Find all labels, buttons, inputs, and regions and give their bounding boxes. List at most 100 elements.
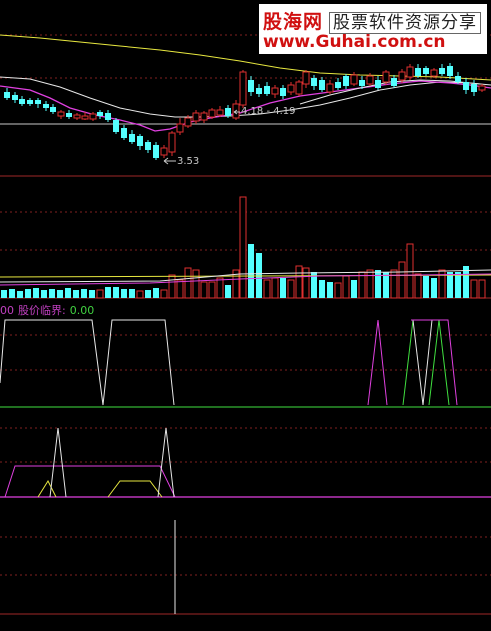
volume-bar bbox=[280, 278, 286, 298]
volume-bar bbox=[160, 289, 168, 299]
volume-bar bbox=[33, 288, 39, 298]
volume-bar bbox=[129, 289, 135, 298]
candlestick bbox=[176, 118, 184, 135]
candlestick bbox=[478, 84, 486, 92]
candlestick bbox=[439, 64, 445, 76]
candlestick bbox=[97, 110, 103, 119]
signal-white-line bbox=[0, 319, 175, 406]
candlestick bbox=[216, 106, 224, 117]
candlestick bbox=[27, 98, 33, 106]
candlestick bbox=[463, 78, 469, 94]
volume-bar bbox=[225, 285, 231, 298]
candlestick bbox=[406, 64, 414, 80]
indicator-signal-lines bbox=[0, 319, 458, 406]
candlestick bbox=[271, 85, 279, 98]
candlestick bbox=[295, 80, 303, 96]
volume-bar bbox=[121, 289, 127, 298]
candlestick bbox=[423, 66, 429, 76]
indicator-label: 00 股价临界: 0.00 bbox=[0, 302, 94, 318]
watermark-url: www.Guhai.com.cn bbox=[263, 32, 446, 52]
indicator-name: 股价临界: bbox=[18, 304, 66, 317]
watermark-site-name: 股海网 bbox=[263, 11, 324, 33]
volume-bar bbox=[455, 272, 461, 298]
candlestick bbox=[343, 74, 349, 89]
candlestick bbox=[232, 100, 240, 120]
candlestick bbox=[4, 88, 10, 100]
candlestick bbox=[430, 68, 438, 78]
signal-green-peak-2 bbox=[428, 319, 450, 406]
signal-white-peak bbox=[412, 319, 440, 406]
candlestick bbox=[335, 78, 341, 90]
candlestick bbox=[129, 130, 135, 144]
candlestick bbox=[43, 101, 49, 111]
range-price-annotation: 4.18 - 4.19 bbox=[241, 106, 296, 117]
candlestick bbox=[248, 76, 254, 96]
volume-bar bbox=[73, 290, 79, 298]
candlestick bbox=[311, 75, 317, 90]
watermark-banner: 股海网 股票软件资源分享 www.Guhai.com.cn bbox=[259, 4, 487, 54]
candlestick bbox=[12, 92, 18, 103]
candlestick bbox=[57, 110, 65, 119]
volume-bar bbox=[200, 281, 208, 299]
volume-bar bbox=[295, 265, 303, 299]
candlestick bbox=[326, 80, 334, 94]
volume-bar bbox=[57, 290, 63, 298]
volume-bar bbox=[81, 289, 87, 298]
volume-bar bbox=[9, 289, 15, 298]
candlestick bbox=[192, 110, 200, 124]
volume-bar bbox=[17, 291, 23, 298]
candlestick bbox=[121, 125, 127, 140]
candlestick bbox=[415, 64, 421, 78]
volume-bar bbox=[25, 289, 31, 298]
volume-bar bbox=[145, 290, 151, 298]
volume-bar bbox=[390, 269, 398, 299]
candlestick bbox=[256, 84, 262, 97]
volume-bar bbox=[239, 196, 247, 299]
candlestick bbox=[287, 82, 295, 95]
candlestick bbox=[113, 118, 119, 134]
volume-bar bbox=[89, 290, 95, 298]
candlestick bbox=[319, 77, 325, 92]
volume-bar bbox=[216, 277, 224, 299]
candlestick bbox=[302, 70, 310, 88]
candlestick bbox=[280, 85, 286, 99]
volume-bar bbox=[105, 287, 111, 298]
candlestick bbox=[200, 111, 208, 123]
volume-bar bbox=[351, 280, 357, 298]
low-price-annotation: 3.53 bbox=[177, 156, 200, 167]
volume-bar bbox=[136, 290, 144, 299]
candlestick bbox=[105, 110, 111, 122]
volume-bar bbox=[263, 279, 271, 299]
trend-yellow-line bbox=[37, 479, 163, 498]
volume-bar bbox=[248, 244, 254, 298]
volume-bar bbox=[65, 288, 71, 298]
volume-bar bbox=[470, 279, 478, 299]
watermark-subtitle: 股票软件资源分享 bbox=[329, 12, 482, 34]
indicator-value: 0.00 bbox=[69, 304, 95, 317]
volume-bar bbox=[96, 289, 104, 299]
candlestick bbox=[168, 131, 176, 156]
volume-bar bbox=[192, 269, 200, 299]
candlestick bbox=[35, 98, 41, 108]
volume-bar bbox=[414, 273, 422, 299]
volume-bar bbox=[447, 272, 453, 298]
candlestick bbox=[73, 113, 81, 120]
volume-bars bbox=[1, 196, 486, 299]
candlestick bbox=[153, 142, 159, 160]
candlestick bbox=[471, 80, 477, 96]
volume-bar bbox=[41, 290, 47, 298]
volume-bar bbox=[153, 288, 159, 298]
candlestick bbox=[447, 63, 453, 79]
candlestick bbox=[208, 108, 216, 119]
volume-bar bbox=[184, 267, 192, 299]
volume-bar bbox=[327, 282, 333, 298]
volume-bar bbox=[113, 287, 119, 298]
volume-bar bbox=[319, 280, 325, 298]
volume-bar bbox=[406, 243, 414, 299]
candlestick bbox=[50, 104, 56, 114]
signal-magenta-peak bbox=[367, 319, 388, 406]
candlestick bbox=[19, 96, 25, 106]
volume-bar bbox=[375, 270, 381, 298]
volume-bar bbox=[287, 279, 295, 299]
candlestick bbox=[160, 145, 168, 158]
